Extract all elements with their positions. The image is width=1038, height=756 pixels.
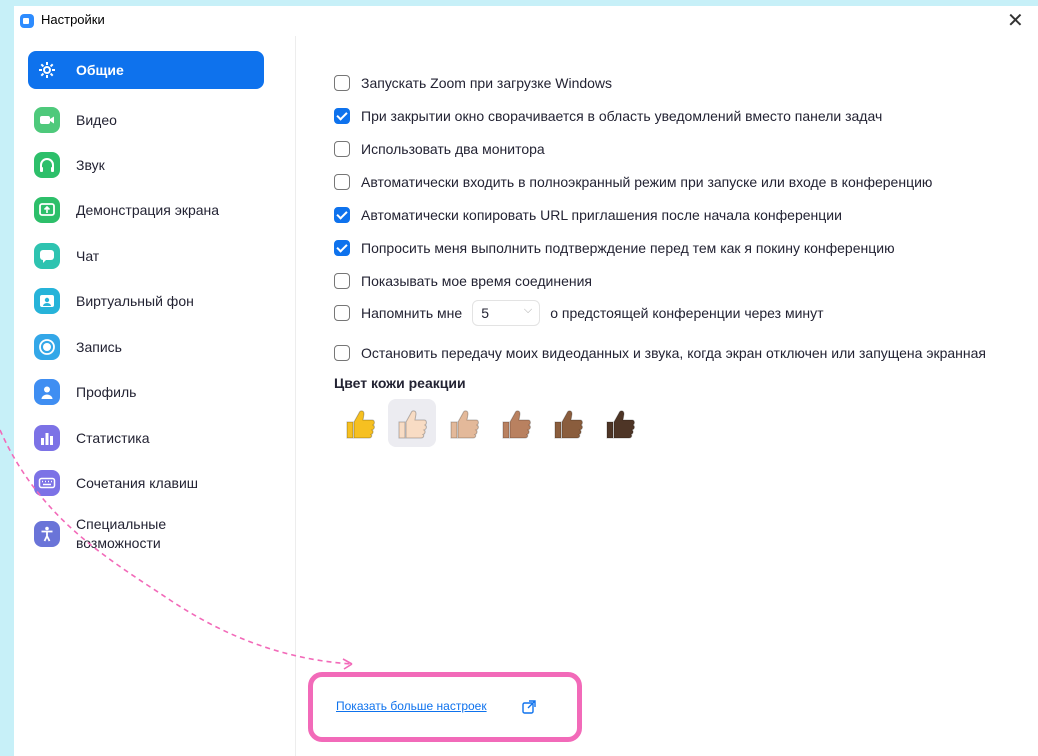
- sidebar-item-label: Видео: [76, 111, 117, 128]
- sidebar-item-share-screen[interactable]: Демонстрация экрана: [28, 191, 264, 229]
- sidebar-item-label: Демонстрация экрана: [76, 201, 220, 218]
- sidebar-item-virtual-background[interactable]: Виртуальный фон: [28, 282, 264, 320]
- checkbox[interactable]: [334, 141, 350, 157]
- thumbs-up-glyph: [502, 410, 531, 439]
- headphones-icon: [34, 152, 60, 178]
- skin-tone-title: Цвет кожи реакции: [334, 375, 466, 391]
- option-row[interactable]: Использовать два монитора: [334, 138, 545, 160]
- option-label: Показывать мое время соединения: [361, 273, 592, 289]
- reminder-label-before: Напомнить мне: [361, 305, 463, 321]
- thumbs-up-icon[interactable]: [336, 399, 384, 447]
- checkbox[interactable]: [334, 207, 350, 223]
- option-row[interactable]: Автоматически копировать URL приглашения…: [334, 204, 842, 226]
- chat-icon: [34, 243, 60, 269]
- virtual-background-icon: [34, 288, 60, 314]
- thumbs-up-glyph: [450, 410, 479, 439]
- close-button[interactable]: ✕: [1007, 8, 1024, 33]
- keyboard-icon: [34, 470, 60, 496]
- sidebar-item-label: Статистика: [76, 429, 150, 446]
- option-row[interactable]: Показывать мое время соединения: [334, 270, 592, 292]
- sidebar-item-label: Запись: [76, 338, 122, 355]
- option-row[interactable]: Попросить меня выполнить подтверждение п…: [334, 237, 895, 259]
- show-more-settings-link[interactable]: Показать больше настроек: [336, 699, 487, 713]
- thumbs-up-icon[interactable]: [596, 399, 644, 447]
- sidebar-item-label: Профиль: [76, 383, 137, 400]
- gear-icon: [34, 57, 60, 83]
- thumbs-up-icon[interactable]: [440, 399, 488, 447]
- option-row[interactable]: Запускать Zoom при загрузке Windows: [334, 72, 612, 94]
- thumbs-up-icon[interactable]: [492, 399, 540, 447]
- sidebar-item-record[interactable]: Запись: [28, 328, 264, 366]
- option-label: При закрытии окно сворачивается в област…: [361, 108, 883, 124]
- sidebar-item-label-line1: Специальные: [76, 516, 167, 532]
- window-title: Настройки: [41, 12, 105, 27]
- sidebar-item-keyboard[interactable]: Сочетания клавиш: [28, 464, 264, 502]
- record-icon: [34, 334, 60, 360]
- option-label: Остановить передачу моих видеоданных и з…: [361, 345, 987, 361]
- thumbs-up-glyph: [606, 410, 635, 439]
- sidebar-item-label: Звук: [76, 156, 105, 173]
- sidebar-item-headphones[interactable]: Звук: [28, 146, 264, 184]
- title-bar: Настройки ✕: [14, 6, 1038, 36]
- checkbox[interactable]: [334, 240, 350, 256]
- share-screen-icon: [34, 197, 60, 223]
- checkbox[interactable]: [334, 174, 350, 190]
- checkbox[interactable]: [334, 345, 350, 361]
- sidebar-item-label: Специальные возможности: [76, 515, 166, 553]
- option-label: Запускать Zoom при загрузке Windows: [361, 75, 613, 91]
- stop-video-row[interactable]: Остановить передачу моих видеоданных и з…: [334, 342, 986, 364]
- reminder-minutes-value: 5: [481, 305, 489, 321]
- zoom-app-icon: [20, 14, 34, 28]
- checkbox[interactable]: [334, 75, 350, 91]
- sidebar-item-profile[interactable]: Профиль: [28, 373, 264, 411]
- option-row[interactable]: При закрытии окно сворачивается в област…: [334, 105, 882, 127]
- sidebar-item-label: Виртуальный фон: [76, 292, 194, 309]
- sidebar-item-label: Общие: [76, 61, 124, 78]
- sidebar-item-label-line2: возможности: [76, 535, 161, 551]
- sidebar-item-video[interactable]: Видео: [28, 101, 264, 139]
- sidebar-item-statistics[interactable]: Статистика: [28, 419, 264, 457]
- thumbs-up-glyph: [346, 410, 375, 439]
- profile-icon: [34, 379, 60, 405]
- sidebar-item-accessibility[interactable]: Специальные возможности: [28, 510, 264, 558]
- settings-window: Настройки ✕ Общие Видео Звук Демонстрация э…: [14, 6, 1038, 756]
- thumbs-up-icon[interactable]: [388, 399, 436, 447]
- thumbs-up-glyph: [554, 410, 583, 439]
- checkbox[interactable]: [334, 273, 350, 289]
- reminder-minutes-select[interactable]: 5 ⌵: [472, 300, 541, 326]
- sidebar-item-label: Чат: [76, 247, 100, 264]
- checkbox[interactable]: [334, 108, 350, 124]
- accessibility-icon: [34, 521, 60, 547]
- reminder-row[interactable]: Напомнить мне 5 ⌵ о предстоящей конференции…: [334, 300, 824, 326]
- thumbs-up-icon[interactable]: [544, 399, 592, 447]
- statistics-icon: [34, 425, 60, 451]
- reminder-label-after: о предстоящей конференции через минут: [550, 305, 824, 321]
- sidebar-item-chat[interactable]: Чат: [28, 237, 264, 275]
- general-settings-panel: Цвет кожи реакции Показать больше настро…: [296, 36, 1038, 756]
- option-label: Использовать два монитора: [361, 141, 545, 157]
- thumbs-up-glyph: [398, 410, 427, 439]
- sidebar-item-gear[interactable]: Общие: [28, 51, 264, 89]
- video-icon: [34, 107, 60, 133]
- option-label: Автоматически входить в полноэкранный ре…: [361, 174, 933, 190]
- external-link-icon[interactable]: [521, 699, 537, 715]
- chevron-down-icon: ⌵: [523, 304, 533, 316]
- sidebar-item-label: Сочетания клавиш: [76, 474, 198, 491]
- checkbox[interactable]: [334, 305, 350, 321]
- option-label: Автоматически копировать URL приглашения…: [361, 207, 842, 223]
- option-row[interactable]: Автоматически входить в полноэкранный ре…: [334, 171, 932, 193]
- settings-sidebar: Общие Видео Звук Демонстрация экрана Чат Вирт…: [14, 36, 296, 756]
- option-label: Попросить меня выполнить подтверждение п…: [361, 240, 895, 256]
